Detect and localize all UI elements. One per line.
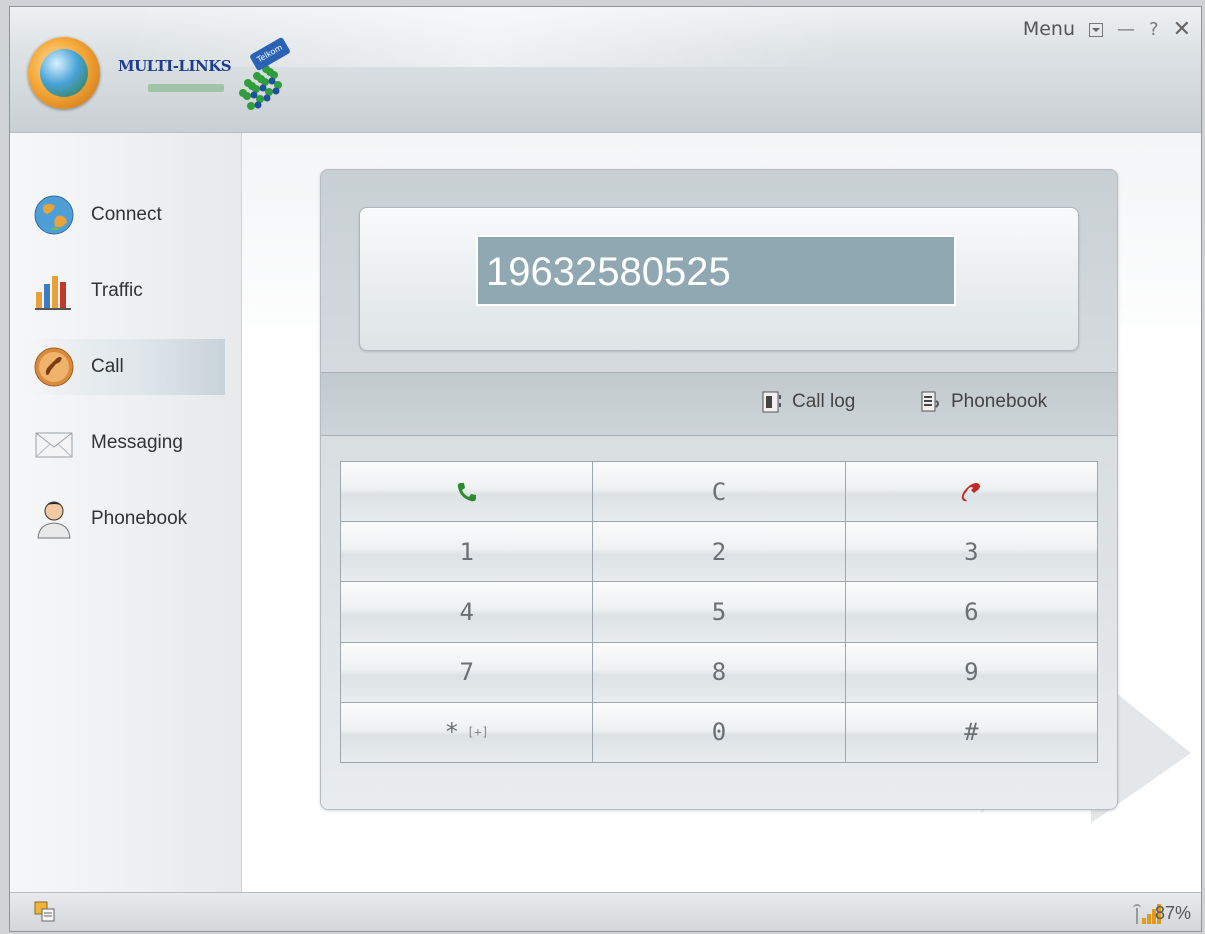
key-6[interactable]: 6 — [845, 582, 1097, 642]
sidebar-item-label: Messaging — [91, 432, 183, 453]
key-9[interactable]: 9 — [845, 642, 1097, 702]
call-log-label: Call log — [792, 391, 856, 412]
key-2[interactable]: 2 — [593, 522, 845, 582]
key-7[interactable]: 7 — [341, 642, 593, 702]
key-3[interactable]: 3 — [845, 522, 1097, 582]
call-log-icon — [762, 391, 781, 413]
number-display-frame: 19632580525 — [359, 207, 1079, 351]
phonebook-label: Phonebook — [951, 391, 1048, 412]
sidebar-item-label: Traffic — [91, 280, 143, 301]
call-log-link[interactable]: Call log — [762, 391, 855, 413]
sidebar: Connect Traffic Call Messaging Phonebook — [10, 133, 242, 893]
phone-number-display[interactable]: 19632580525 — [476, 235, 956, 306]
brand-subline — [148, 84, 224, 92]
person-icon — [37, 501, 71, 539]
window-controls: Menu — ? ✕ — [1023, 15, 1191, 43]
key-1[interactable]: 1 — [341, 522, 593, 582]
signal-percentage: 87% — [1154, 903, 1191, 923]
call-icon — [457, 482, 476, 501]
key-star[interactable]: * [+] — [341, 702, 593, 762]
key-4[interactable]: 4 — [341, 582, 593, 642]
clear-button[interactable]: C — [593, 462, 845, 522]
star-label: * — [444, 718, 460, 747]
key-5[interactable]: 5 — [593, 582, 845, 642]
header: MULTI-LINKS Telkom Menu — ? ✕ — [10, 7, 1201, 133]
plus-label: [+] — [467, 725, 489, 740]
dialer-link-bar: Call log Phonebook — [321, 372, 1117, 436]
sidebar-item-label: Call — [91, 356, 124, 377]
help-button[interactable]: ? — [1149, 19, 1159, 40]
app-logo-icon — [28, 37, 100, 109]
sidebar-item-messaging[interactable]: Messaging — [25, 415, 225, 471]
phonebook-list-icon — [921, 391, 939, 412]
phone-icon — [34, 347, 74, 387]
envelope-icon — [35, 432, 73, 458]
phonebook-link[interactable]: Phonebook — [921, 391, 1047, 413]
sidebar-item-phonebook[interactable]: Phonebook — [25, 491, 225, 547]
signal-bar — [1147, 914, 1151, 924]
dial-call-button[interactable] — [341, 462, 593, 522]
brand-name: MULTI-LINKS — [118, 57, 232, 75]
sidebar-item-label: Phonebook — [91, 508, 188, 529]
menu-button[interactable]: Menu — [1023, 18, 1075, 40]
key-0[interactable]: 0 — [593, 702, 845, 762]
app-window: MULTI-LINKS Telkom Menu — ? ✕ Connect Tr… — [9, 6, 1202, 932]
keypad: C 1 2 3 4 5 6 7 8 9 * [+] 0 # — [340, 461, 1098, 763]
sidebar-item-call[interactable]: Call — [25, 339, 225, 395]
key-8[interactable]: 8 — [593, 642, 845, 702]
bar-chart-icon — [35, 276, 71, 310]
close-button[interactable]: ✕ — [1173, 17, 1191, 42]
sidebar-item-connect[interactable]: Connect — [25, 187, 225, 243]
hangup-icon — [962, 482, 981, 501]
antenna-icon — [1133, 904, 1141, 924]
status-bar: 87% — [10, 892, 1201, 931]
minimize-button[interactable]: — — [1117, 19, 1135, 40]
key-hash[interactable]: # — [845, 702, 1097, 762]
hangup-button[interactable] — [845, 462, 1097, 522]
menu-dropdown-icon[interactable] — [1089, 23, 1103, 37]
globe-icon — [34, 195, 74, 235]
dialer-panel: 19632580525 Call log Phonebook C 1 2 3 4… — [320, 169, 1118, 810]
signal-bar — [1142, 918, 1146, 924]
sidebar-item-traffic[interactable]: Traffic — [25, 263, 225, 319]
device-status-icon[interactable] — [34, 901, 56, 923]
sidebar-item-label: Connect — [91, 204, 162, 225]
